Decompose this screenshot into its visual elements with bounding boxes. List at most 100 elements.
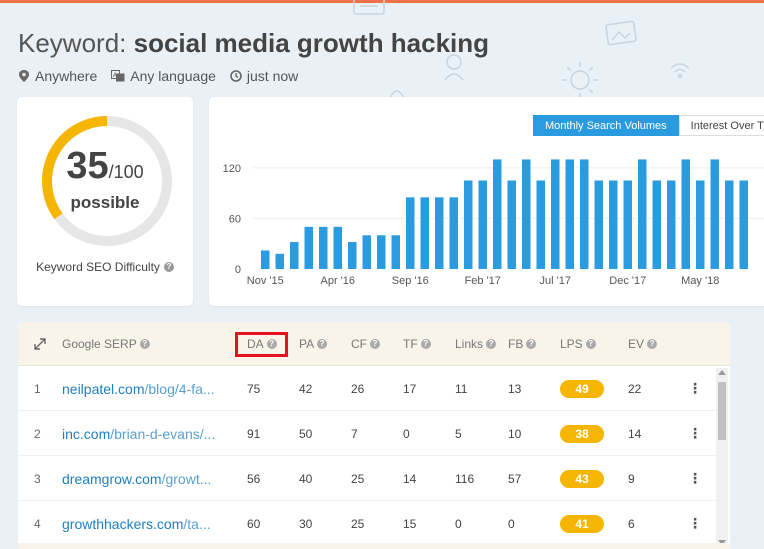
col-fb[interactable]: FB? — [508, 322, 537, 366]
help-icon[interactable]: ? — [486, 339, 497, 349]
chart-bar — [667, 180, 676, 269]
chart-bar — [391, 235, 400, 269]
difficulty-card: 35/100 possible Keyword SEO Difficulty ? — [17, 97, 193, 306]
col-pa-label: PA — [299, 337, 315, 351]
result-path[interactable]: /brian-d-evans/... — [110, 426, 215, 442]
difficulty-title-text: Keyword SEO Difficulty — [36, 260, 160, 274]
expand-button[interactable] — [34, 322, 46, 366]
chart-bar — [333, 226, 342, 269]
language-filter[interactable]: A Any language — [111, 68, 216, 84]
chart-bar — [493, 159, 502, 269]
time-label: just now — [246, 68, 299, 84]
col-links[interactable]: Links? — [455, 322, 497, 366]
result-path[interactable]: /ta... — [183, 516, 210, 532]
serp-table-header: Google SERP? DA? PA? CF? TF? Links? FB? … — [18, 322, 730, 366]
help-icon[interactable]: ? — [163, 262, 174, 272]
cell-lps: 38 — [560, 411, 604, 456]
help-icon[interactable]: ? — [370, 339, 380, 349]
table-row: 1 neilpatel.com/blog/4-fa... 75 42 26 17… — [18, 366, 718, 411]
language-label: Any language — [130, 68, 216, 84]
scrollbar-thumb[interactable] — [718, 382, 726, 440]
result-domain[interactable]: dreamgrow.com — [62, 471, 162, 487]
result-path[interactable]: /blog/4-fa... — [145, 381, 215, 397]
chart-bar — [623, 180, 632, 269]
cell-ev: 9 — [628, 471, 635, 486]
x-tick-label: May '18 — [681, 275, 719, 287]
cell-lps: 43 — [560, 456, 604, 501]
location-label: Anywhere — [35, 68, 98, 84]
col-tf[interactable]: TF? — [403, 322, 431, 366]
result-domain[interactable]: growthhackers.com — [62, 516, 183, 532]
col-tf-label: TF — [403, 337, 418, 351]
row-menu-icon[interactable]: ⋮ — [688, 501, 702, 546]
chart-bar — [681, 159, 690, 269]
help-icon[interactable]: ? — [139, 339, 150, 349]
scroll-up-arrow-icon[interactable] — [718, 370, 726, 375]
row-menu-icon[interactable]: ⋮ — [688, 366, 702, 411]
difficulty-title: Keyword SEO Difficulty ? — [17, 260, 193, 274]
chart-bar — [290, 242, 299, 269]
row-menu-icon[interactable]: ⋮ — [688, 411, 702, 456]
tab-interest-over-time[interactable]: Interest Over Ti — [678, 115, 764, 136]
cell-pa: 50 — [299, 426, 313, 441]
cell-da: 56 — [247, 471, 261, 486]
row-rank: 2 — [34, 426, 41, 441]
row-rank: 4 — [34, 516, 41, 531]
chart-bar — [565, 159, 574, 269]
tab-monthly-search-volumes[interactable]: Monthly Search Volumes — [533, 115, 679, 136]
chart-bar — [638, 159, 647, 269]
help-icon[interactable]: ? — [647, 339, 658, 349]
col-google-serp[interactable]: Google SERP? — [62, 322, 150, 366]
result-path[interactable]: /growt... — [162, 471, 212, 487]
chart-bar — [435, 197, 444, 269]
table-scrollbar[interactable] — [716, 368, 728, 549]
help-icon[interactable]: ? — [420, 339, 431, 349]
chart-bar — [275, 253, 284, 269]
cell-fb: 13 — [508, 381, 522, 396]
col-cf-label: CF — [351, 337, 367, 351]
help-icon[interactable]: ? — [585, 339, 596, 349]
doodle-picture-icon — [605, 20, 637, 46]
cell-da: 75 — [247, 381, 261, 396]
cell-links: 5 — [455, 426, 462, 441]
result-url[interactable]: inc.com/brian-d-evans/... — [62, 411, 230, 456]
title-prefix: Keyword: — [18, 28, 127, 58]
da-column-highlight — [235, 332, 288, 357]
doodle-sun-icon — [562, 62, 598, 98]
result-domain[interactable]: inc.com — [62, 426, 110, 442]
col-ev[interactable]: EV? — [628, 322, 658, 366]
cell-pa: 42 — [299, 381, 313, 396]
result-domain[interactable]: neilpatel.com — [62, 381, 145, 397]
location-filter[interactable]: Anywhere — [18, 68, 97, 84]
difficulty-label: possible — [70, 193, 140, 212]
lps-badge: 41 — [560, 514, 604, 533]
score-number: 35 — [66, 145, 109, 187]
chart-bar — [261, 250, 270, 269]
chart-bar — [725, 180, 734, 269]
table-footer-strip — [18, 543, 730, 549]
chart-bar — [449, 197, 458, 269]
cell-tf: 0 — [403, 426, 410, 441]
result-url[interactable]: growthhackers.com/ta... — [62, 501, 230, 546]
chart-bar — [362, 235, 371, 269]
table-row: 2 inc.com/brian-d-evans/... 91 50 7 0 5 … — [18, 411, 718, 456]
lps-badge: 43 — [560, 469, 604, 488]
chart-bar — [319, 226, 328, 269]
row-menu-icon[interactable]: ⋮ — [688, 456, 702, 501]
cell-fb: 0 — [508, 516, 515, 531]
help-icon[interactable]: ? — [526, 339, 537, 349]
chart-bar — [580, 159, 589, 269]
col-pa[interactable]: PA? — [299, 322, 328, 366]
lps-badge: 38 — [560, 424, 604, 443]
cell-cf: 25 — [351, 516, 365, 531]
cell-links: 11 — [455, 381, 468, 396]
translate-icon: A — [111, 70, 125, 82]
col-cf[interactable]: CF? — [351, 322, 380, 366]
x-tick-label: Nov '15 — [247, 275, 284, 287]
row-rank: 3 — [34, 471, 41, 486]
col-lps[interactable]: LPS? — [560, 322, 596, 366]
x-tick-label: Jul '17 — [540, 275, 571, 287]
result-url[interactable]: neilpatel.com/blog/4-fa... — [62, 366, 230, 411]
help-icon[interactable]: ? — [317, 339, 328, 349]
result-url[interactable]: dreamgrow.com/growt... — [62, 456, 230, 501]
